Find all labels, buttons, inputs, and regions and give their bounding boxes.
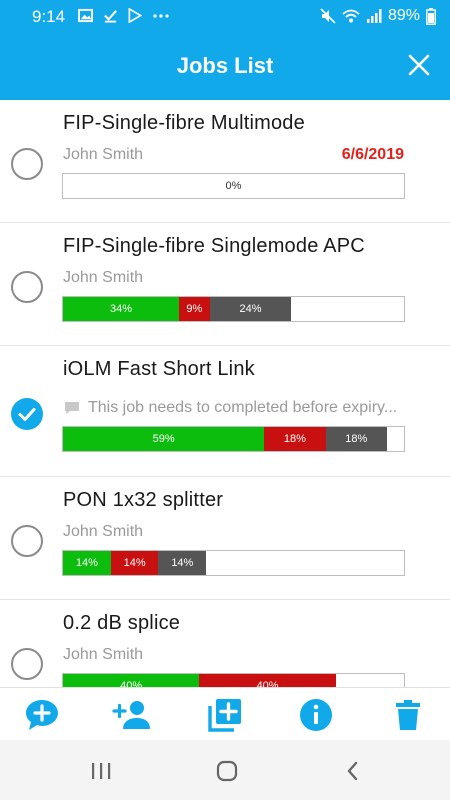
- home-button[interactable]: [212, 758, 242, 784]
- add-user-icon: [112, 701, 150, 729]
- app-header: Jobs List: [0, 32, 450, 100]
- task-check-icon: [104, 10, 117, 23]
- progress-segment-fail: 18%: [264, 427, 326, 451]
- recent-apps-button[interactable]: [86, 758, 116, 784]
- signal-icon: [366, 9, 382, 23]
- progress-segment-other: 18%: [325, 427, 387, 451]
- job-progress-bar: 14% 14% 14%: [62, 550, 405, 576]
- job-select-radio[interactable]: [11, 525, 43, 557]
- close-icon: [408, 54, 430, 76]
- job-item[interactable]: iOLM Fast Short Link This job needs to c…: [0, 346, 450, 477]
- close-button[interactable]: [406, 52, 432, 78]
- progress-segment-pass: 40%: [63, 674, 200, 687]
- job-due-date: 6/6/2019: [341, 146, 404, 163]
- status-time: 9:14: [32, 7, 66, 26]
- image-icon: [78, 8, 93, 23]
- job-item[interactable]: PON 1x32 splitter John Smith 14% 14% 14%: [0, 477, 450, 600]
- add-copy-icon: [208, 699, 241, 732]
- progress-segment-fail: 14%: [110, 551, 159, 575]
- back-button[interactable]: [338, 758, 368, 784]
- job-owner: John Smith: [63, 646, 144, 663]
- job-owner: John Smith: [63, 269, 144, 286]
- add-comment-button[interactable]: [23, 697, 61, 733]
- progress-segment-other: 24%: [209, 297, 292, 321]
- job-select-radio[interactable]: [11, 648, 43, 680]
- add-comment-icon: [26, 700, 58, 730]
- status-right: 89%: [320, 7, 436, 25]
- checkmark-icon: [18, 408, 36, 421]
- system-nav-bar: [0, 740, 450, 800]
- job-select-radio[interactable]: [11, 271, 43, 303]
- job-note-text: This job needs to completed before expir…: [88, 399, 398, 416]
- progress-segment-pass: 14%: [63, 551, 111, 575]
- comment-icon: [65, 402, 79, 414]
- job-progress-bar: 34% 9% 24%: [62, 296, 405, 322]
- job-item[interactable]: 0.2 dB splice John Smith 40% 40%: [0, 600, 450, 687]
- progress-segment-fail: 9%: [178, 297, 210, 321]
- recent-apps-icon: [92, 763, 111, 779]
- job-select-radio[interactable]: [11, 148, 43, 180]
- info-button[interactable]: [297, 697, 335, 733]
- job-title: 0.2 dB splice: [63, 612, 181, 634]
- wifi-icon: [342, 9, 360, 23]
- battery-level: 89%: [387, 7, 420, 24]
- mute-icon: [320, 8, 336, 24]
- add-copy-button[interactable]: [206, 697, 244, 733]
- progress-segment-fail: 40%: [199, 674, 336, 687]
- job-progress-bar: 0%: [62, 173, 405, 199]
- progress-label: 0%: [225, 180, 242, 192]
- job-owner: John Smith: [63, 146, 144, 163]
- job-note: This job needs to completed before expir…: [63, 399, 397, 417]
- job-progress-bar: 59% 18% 18%: [62, 426, 405, 452]
- home-icon: [216, 760, 238, 782]
- back-icon: [347, 761, 358, 781]
- play-store-icon: [128, 8, 142, 23]
- jobs-list: FIP-Single-fibre Multimode John Smith 6/…: [0, 100, 450, 687]
- job-title: FIP-Single-fibre Multimode: [63, 112, 305, 134]
- more-dots-icon: [153, 13, 169, 18]
- notification-icons: [78, 8, 170, 23]
- job-item[interactable]: FIP-Single-fibre Singlemode APC John Smi…: [0, 223, 450, 346]
- progress-segment-pass: 59%: [63, 427, 265, 451]
- progress-segment-other: 14%: [158, 551, 207, 575]
- job-title: FIP-Single-fibre Singlemode APC: [63, 235, 365, 257]
- add-user-button[interactable]: [112, 697, 150, 733]
- job-title: iOLM Fast Short Link: [63, 358, 255, 380]
- job-owner: John Smith: [63, 523, 144, 540]
- trash-icon: [396, 700, 420, 730]
- bottom-toolbar: [0, 687, 450, 740]
- page-title: Jobs List: [176, 53, 274, 78]
- job-item[interactable]: FIP-Single-fibre Multimode John Smith 6/…: [0, 100, 450, 223]
- info-icon: [300, 699, 332, 731]
- delete-button[interactable]: [389, 697, 427, 733]
- progress-segment-pass: 34%: [63, 297, 179, 321]
- battery-icon: [426, 7, 436, 25]
- status-bar: 9:14 89%: [0, 0, 450, 32]
- job-title: PON 1x32 splitter: [63, 489, 224, 511]
- job-progress-bar: 40% 40%: [62, 673, 405, 687]
- job-select-radio[interactable]: [11, 398, 43, 430]
